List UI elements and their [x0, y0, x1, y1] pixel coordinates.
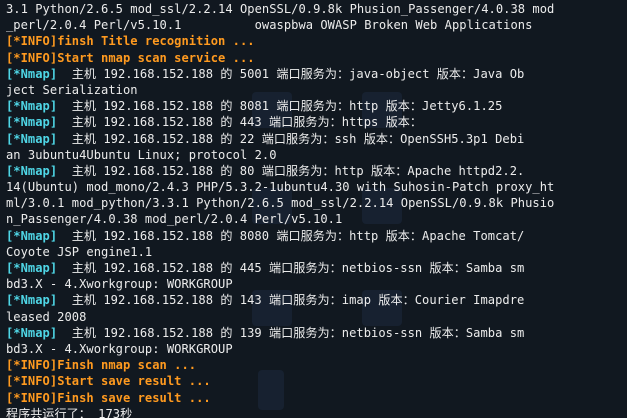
nmap-tag: [*Nmap] [6, 261, 58, 275]
terminal-line: [*INFO]Start save result ... [6, 373, 627, 389]
nmap-tag: [*Nmap] [6, 228, 58, 243]
nmap-result-text: 主机 192.168.152.188 的 8080 端口服务为：http 版本：… [57, 228, 525, 243]
output-text: 3.1 Python/2.6.5 mod_ssl/2.2.14 OpenSSL/… [6, 2, 555, 16]
terminal-line: bd3.X - 4.Xworkgroup: WORKGROUP [6, 341, 627, 357]
terminal-line: ject Serialization [6, 82, 627, 98]
info-tag: [*INFO] [6, 374, 58, 389]
nmap-result-text: 主机 192.168.152.188 的 80 端口服务为：http 版本：Ap… [57, 163, 525, 178]
terminal-line: Coyote JSP engine1.1 [6, 244, 627, 260]
terminal-line: 14(Ubuntu) mod_mono/2.4.3 PHP/5.3.2-1ubu… [6, 179, 627, 195]
terminal-line: [*Nmap] 主机 192.168.152.188 的 8081 端口服务为：… [6, 98, 627, 114]
terminal-line: [*Nmap] 主机 192.168.152.188 的 445 端口服务为：n… [6, 260, 627, 276]
output-text: ml/3.0.1 mod_python/3.3.1 Python/2.6.5 m… [6, 196, 555, 211]
terminal-output: 3.1 Python/2.6.5 mod_ssl/2.2.14 OpenSSL/… [0, 1, 627, 418]
terminal-line: 3.1 Python/2.6.5 mod_ssl/2.2.14 OpenSSL/… [6, 1, 627, 17]
nmap-result-text: 主机 192.168.152.188 的 5001 端口服务为：java-obj… [57, 66, 525, 81]
nmap-result-text: 主机 192.168.152.188 的 139 端口服务为：netbios-s… [57, 325, 525, 340]
terminal-line: [*INFO]Finsh save result ... [6, 390, 627, 406]
output-text: 14(Ubuntu) mod_mono/2.4.3 PHP/5.3.2-1ubu… [6, 180, 555, 195]
output-text: 程序共运行了： 173秒 [6, 406, 133, 418]
info-message: Start nmap scan service ... [57, 50, 255, 65]
terminal-line: [*Nmap] 主机 192.168.152.188 的 22 端口服务为：ss… [6, 131, 627, 147]
terminal-line: [*INFO]finsh Title recognition ... [6, 33, 627, 49]
terminal-line: leased 2008 [6, 309, 627, 325]
info-tag: [*INFO] [6, 390, 58, 405]
terminal-line: [*Nmap] 主机 192.168.152.188 的 139 端口服务为：n… [6, 325, 627, 341]
terminal-line: 程序共运行了： 173秒 [6, 406, 627, 418]
terminal-line: [*INFO]Start nmap scan service ... [6, 50, 627, 66]
info-message: Start save result ... [57, 374, 211, 389]
output-text: bd3.X - 4.Xworkgroup: WORKGROUP [6, 341, 233, 356]
terminal-line: an 3ubuntu4Ubuntu Linux; protocol 2.0 [6, 147, 627, 163]
terminal-line: [*INFO]Finsh nmap scan ... [6, 357, 627, 373]
output-text: n_Passenger/4.0.38 mod_perl/2.0.4 Perl/v… [6, 212, 343, 227]
output-text: bd3.X - 4.Xworkgroup: WORKGROUP [6, 277, 233, 292]
info-message: finsh Title recognition ... [57, 34, 255, 49]
terminal-line: [*Nmap] 主机 192.168.152.188 的 5001 端口服务为：… [6, 66, 627, 82]
nmap-tag: [*Nmap] [6, 325, 58, 340]
nmap-tag: [*Nmap] [6, 115, 58, 130]
info-message: Finsh nmap scan ... [57, 358, 197, 373]
info-tag: [*INFO] [6, 34, 58, 49]
output-text: ject Serialization [6, 82, 138, 97]
terminal-line: [*Nmap] 主机 192.168.152.188 的 80 端口服务为：ht… [6, 163, 627, 179]
terminal-line: ml/3.0.1 mod_python/3.3.1 Python/2.6.5 m… [6, 195, 627, 211]
output-text: an 3ubuntu4Ubuntu Linux; protocol 2.0 [6, 147, 277, 162]
nmap-result-text: 主机 192.168.152.188 的 8081 端口服务为：http 版本：… [57, 99, 503, 114]
info-tag: [*INFO] [6, 358, 58, 373]
output-text: leased 2008 [6, 309, 87, 324]
terminal-line: _perl/2.0.4 Perl/v5.10.1 owaspbwa OWASP … [6, 17, 627, 33]
terminal-window[interactable]: 3.1 Python/2.6.5 mod_ssl/2.2.14 OpenSSL/… [0, 0, 627, 418]
info-message: Finsh save result ... [57, 390, 211, 405]
info-tag: [*INFO] [6, 50, 58, 65]
terminal-line: n_Passenger/4.0.38 mod_perl/2.0.4 Perl/v… [6, 211, 627, 227]
terminal-line: [*Nmap] 主机 192.168.152.188 的 143 端口服务为：i… [6, 292, 627, 308]
nmap-tag: [*Nmap] [6, 131, 58, 146]
nmap-tag: [*Nmap] [6, 99, 58, 114]
nmap-result-text: 主机 192.168.152.188 的 143 端口服务为：imap 版本：C… [57, 293, 525, 308]
output-text: Coyote JSP engine1.1 [6, 244, 153, 259]
nmap-result-text: 主机 192.168.152.188 的 22 端口服务为：ssh 版本：Ope… [57, 131, 525, 146]
nmap-tag: [*Nmap] [6, 293, 58, 308]
nmap-tag: [*Nmap] [6, 163, 58, 178]
output-text: _perl/2.0.4 Perl/v5.10.1 owaspbwa OWASP … [6, 18, 533, 33]
terminal-line: [*Nmap] 主机 192.168.152.188 的 443 端口服务为：h… [6, 114, 627, 130]
terminal-line: bd3.X - 4.Xworkgroup: WORKGROUP [6, 276, 627, 292]
nmap-result-text: 主机 192.168.152.188 的 445 端口服务为：netbios-s… [57, 261, 525, 275]
nmap-tag: [*Nmap] [6, 66, 58, 81]
nmap-result-text: 主机 192.168.152.188 的 443 端口服务为：https 版本： [57, 115, 423, 130]
terminal-line: [*Nmap] 主机 192.168.152.188 的 8080 端口服务为：… [6, 228, 627, 244]
